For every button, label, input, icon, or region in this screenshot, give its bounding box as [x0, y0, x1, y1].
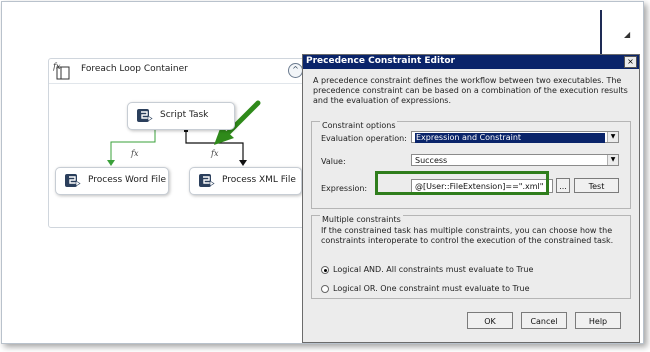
- process-xml-file-task[interactable]: Process XML File: [189, 167, 302, 195]
- value-select[interactable]: Success ▼: [411, 154, 619, 166]
- script-task-icon: [136, 108, 154, 124]
- dialog-title: Precedence Constraint Editor: [306, 56, 455, 66]
- close-icon[interactable]: ×: [624, 56, 637, 68]
- evaluation-operation-value: Expression and Constraint: [415, 133, 605, 143]
- dropdown-arrow-icon[interactable]: ▼: [607, 155, 618, 165]
- container-icon: fx: [52, 61, 75, 81]
- test-button[interactable]: Test: [574, 178, 619, 193]
- task-icon: [64, 173, 82, 189]
- group-title: Constraint options: [320, 121, 398, 130]
- logical-and-label[interactable]: Logical AND. All constraints must evalua…: [333, 265, 533, 274]
- logical-and-radio[interactable]: [321, 266, 329, 274]
- logical-or-radio[interactable]: [321, 285, 329, 293]
- expression-highlight: [375, 171, 549, 195]
- task-label: Process XML File: [222, 175, 296, 185]
- value-select-value: Success: [415, 156, 448, 165]
- collapse-button[interactable]: ^: [288, 63, 303, 78]
- dialog-titlebar: Precedence Constraint Editor ×: [303, 55, 639, 69]
- evaluation-operation-label: Evaluation operation:: [321, 134, 407, 143]
- help-button[interactable]: Help: [575, 312, 621, 329]
- multiple-constraints-description: If the constrained task has multiple con…: [321, 226, 614, 245]
- container-title: Foreach Loop Container: [81, 64, 188, 74]
- multiple-constraints-group: Multiple constraints If the constrained …: [311, 215, 631, 299]
- logical-or-label[interactable]: Logical OR. One constraint must evaluate…: [333, 284, 530, 293]
- task-icon: [198, 173, 216, 189]
- group-title: Multiple constraints: [320, 215, 403, 224]
- constraint-options-group: Constraint options Evaluation operation:…: [311, 121, 631, 209]
- script-task[interactable]: Script Task: [127, 102, 235, 130]
- expression-builder-button[interactable]: ...: [556, 178, 570, 193]
- precedence-constraint-editor-dialog: Precedence Constraint Editor × A precede…: [302, 54, 640, 343]
- foreach-loop-container[interactable]: fx Foreach Loop Container ^: [48, 58, 312, 228]
- dropdown-arrow-icon[interactable]: ▼: [607, 132, 618, 142]
- value-label: Value:: [321, 157, 346, 166]
- connector-expression-icon: fx: [211, 149, 219, 158]
- cancel-button[interactable]: Cancel: [521, 312, 567, 329]
- task-label: Process Word File: [88, 175, 167, 185]
- connector-expression-icon: fx: [131, 149, 139, 158]
- corner-triangle-icon: ◢: [624, 30, 631, 39]
- dialog-description: A precedence constraint defines the work…: [313, 76, 628, 105]
- evaluation-operation-select[interactable]: Expression and Constraint ▼: [411, 131, 619, 143]
- process-word-file-task[interactable]: Process Word File: [55, 167, 169, 195]
- expression-label: Expression:: [321, 184, 368, 193]
- task-label: Script Task: [160, 110, 209, 120]
- ok-button[interactable]: OK: [467, 312, 513, 329]
- container-header: fx Foreach Loop Container ^: [49, 59, 311, 84]
